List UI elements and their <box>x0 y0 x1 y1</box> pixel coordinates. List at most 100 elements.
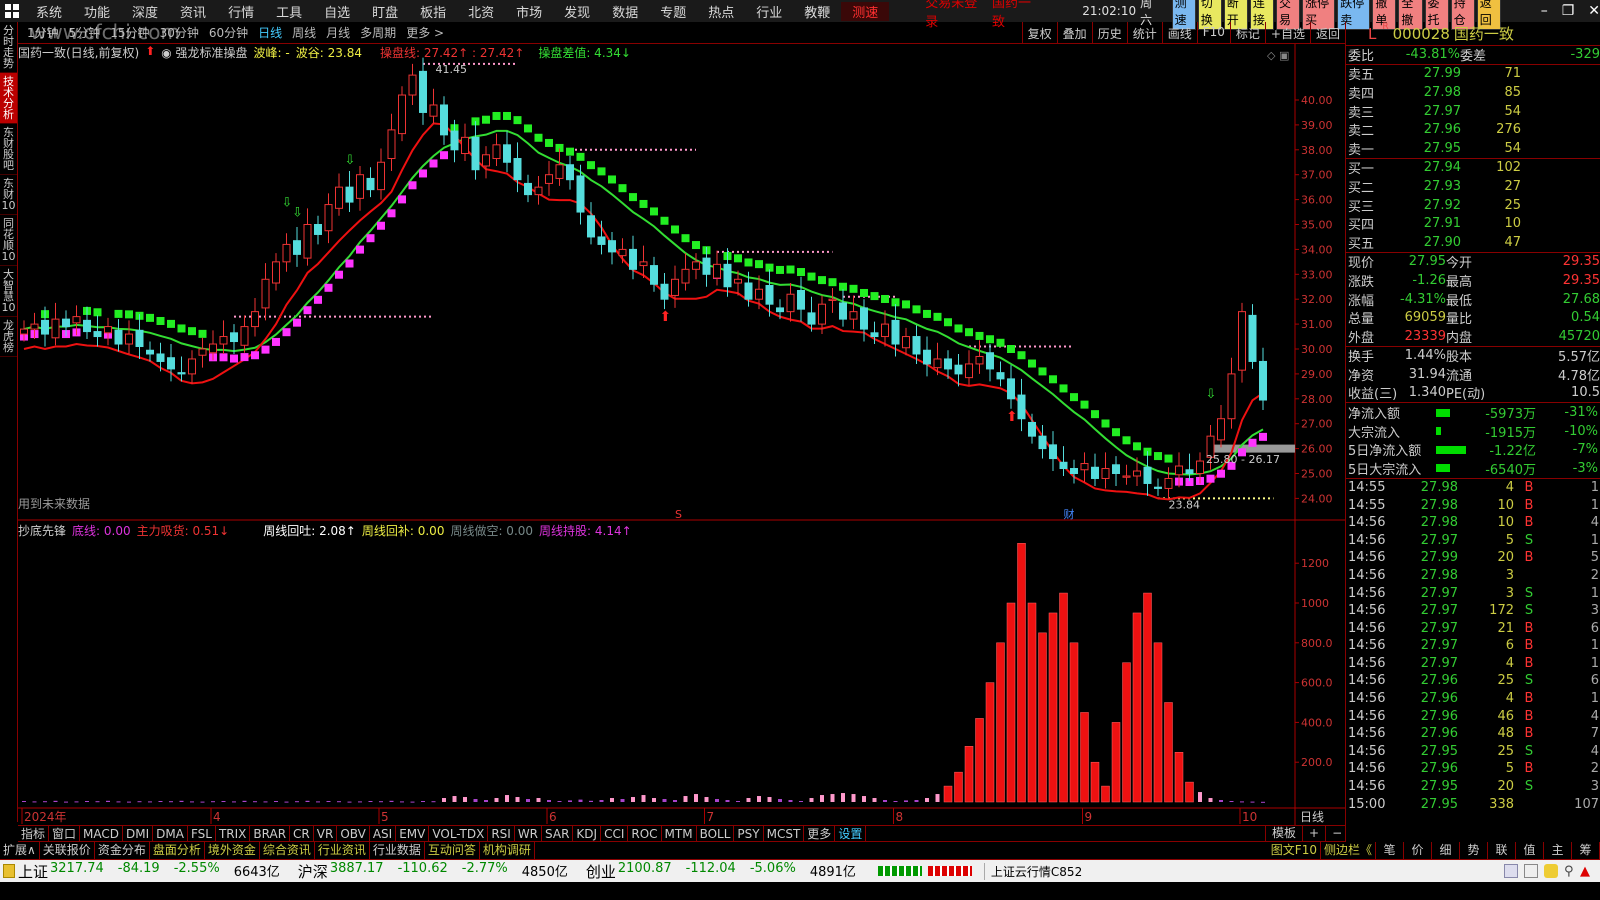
menu-item[interactable]: 功能 <box>73 2 121 21</box>
candle[interactable] <box>849 311 858 320</box>
candle[interactable] <box>1028 421 1036 437</box>
candle[interactable] <box>1080 463 1089 471</box>
side-button[interactable]: 势 <box>1460 842 1488 859</box>
candle[interactable] <box>282 243 291 263</box>
candle[interactable] <box>1164 477 1173 489</box>
candle[interactable] <box>660 283 669 300</box>
indicator-tab[interactable]: VR <box>314 826 338 841</box>
candle[interactable] <box>597 236 606 245</box>
indicator-tab[interactable]: MTM <box>662 826 697 841</box>
side-tab[interactable]: 分时走势 <box>0 22 17 73</box>
candle[interactable] <box>93 331 102 338</box>
candle[interactable] <box>230 332 238 343</box>
candle[interactable] <box>1038 435 1047 450</box>
candle[interactable] <box>198 348 207 356</box>
menu-item[interactable]: 板指 <box>409 2 457 21</box>
period-tab[interactable]: 月线 <box>321 24 355 41</box>
candle[interactable] <box>345 186 354 203</box>
candle[interactable] <box>1049 444 1057 460</box>
candle[interactable] <box>440 104 448 136</box>
candle[interactable] <box>156 353 165 362</box>
side-button[interactable]: 筹 <box>1572 842 1600 859</box>
candle[interactable] <box>765 285 774 305</box>
indicator-tab[interactable]: CR <box>290 826 314 841</box>
candle[interactable] <box>1227 373 1236 420</box>
indicator-tab[interactable]: 设置 <box>835 826 867 841</box>
candle[interactable] <box>104 326 112 334</box>
menu-item[interactable]: 发现 <box>553 2 601 21</box>
candle[interactable] <box>1059 461 1068 470</box>
indicator-tab[interactable]: ASI <box>370 826 397 841</box>
candle[interactable] <box>251 311 259 328</box>
chart-tool-button[interactable]: 复权 <box>1021 22 1057 44</box>
index-name[interactable]: 沪深 <box>298 861 328 882</box>
side-tab[interactable]: 同花顺10 <box>0 215 17 266</box>
restore-button[interactable]: ❐ <box>1562 3 1575 19</box>
indicator-tab[interactable]: MCST <box>764 826 805 841</box>
candle[interactable] <box>398 94 406 135</box>
candle[interactable] <box>135 329 144 348</box>
index-name[interactable]: 上证 <box>18 861 48 882</box>
chart-tool-button[interactable]: F10 <box>1196 22 1230 44</box>
candle[interactable] <box>671 278 679 296</box>
candle[interactable] <box>1017 394 1026 420</box>
candle[interactable] <box>513 158 522 181</box>
tray-icons[interactable]: ⚲ ▲ <box>1504 863 1590 879</box>
candle[interactable] <box>786 293 795 313</box>
price-chart[interactable]: ◇ ▣ 40.00 39.00 38.00 37.00 36.00 35.00 34.00 33… <box>18 44 1345 825</box>
close-button[interactable]: ✕ <box>1588 3 1600 19</box>
side-button[interactable]: 细 <box>1432 842 1460 859</box>
candle[interactable] <box>566 164 574 181</box>
candle[interactable] <box>335 186 343 209</box>
candle[interactable] <box>818 303 826 325</box>
indicator-sub-name[interactable]: 抄底先锋 <box>18 522 66 539</box>
menu-item[interactable]: 工具 <box>265 2 313 21</box>
candle[interactable] <box>293 240 301 255</box>
candle[interactable] <box>608 240 616 253</box>
candle[interactable] <box>1122 475 1131 478</box>
side-button[interactable]: 主 <box>1544 842 1572 859</box>
chart-options-icon[interactable]: ◇ ▣ <box>1267 49 1289 62</box>
candle[interactable] <box>482 154 490 167</box>
menu-item[interactable]: 资讯 <box>169 2 217 21</box>
indicator-tab[interactable]: DMI <box>123 826 154 841</box>
chart-tool-button[interactable]: 标记 <box>1229 22 1265 44</box>
candle[interactable] <box>723 263 732 288</box>
app-logo-icon[interactable] <box>5 4 19 18</box>
side-tab[interactable]: 技术分析 <box>0 73 17 124</box>
chart-tool-button[interactable]: 画线 <box>1161 22 1197 44</box>
candle[interactable] <box>1007 378 1015 400</box>
candle[interactable] <box>1248 314 1257 362</box>
candle[interactable] <box>681 268 690 284</box>
candle[interactable] <box>923 349 931 365</box>
candle[interactable] <box>807 312 816 325</box>
indicator-tab[interactable]: FSL <box>188 826 216 841</box>
candle[interactable] <box>965 363 973 379</box>
indicator-tab[interactable]: SAR <box>542 826 574 841</box>
period-tab[interactable]: 更多 > <box>401 24 449 41</box>
indicator-tab[interactable]: 窗口 <box>49 826 81 841</box>
index-name[interactable]: 创业 <box>586 861 616 882</box>
template-button[interactable]: 模板 <box>1265 825 1302 842</box>
candle[interactable] <box>828 298 837 301</box>
candle[interactable] <box>146 349 154 355</box>
candle[interactable] <box>314 224 322 235</box>
chart-tool-button[interactable]: 叠加 <box>1056 22 1092 44</box>
menu-speed-test[interactable]: 测速 <box>841 1 890 21</box>
indicator-tab[interactable]: MACD <box>80 826 124 841</box>
candle[interactable] <box>576 175 585 213</box>
candle[interactable] <box>177 372 186 375</box>
bid-row[interactable]: 买四 27.91 10 <box>1346 214 1600 233</box>
event-marker[interactable]: 财 <box>1064 507 1075 521</box>
candle[interactable] <box>860 307 868 330</box>
extension-tab[interactable]: 互动问答 <box>425 842 480 859</box>
candle[interactable] <box>881 323 889 338</box>
candle[interactable] <box>471 136 480 171</box>
candle[interactable] <box>492 144 501 160</box>
candle[interactable] <box>240 326 249 346</box>
menu-item[interactable]: 市场 <box>505 2 553 21</box>
candle[interactable] <box>555 164 564 179</box>
candle[interactable] <box>408 74 417 96</box>
candle[interactable] <box>72 316 81 324</box>
candle[interactable] <box>912 336 921 355</box>
